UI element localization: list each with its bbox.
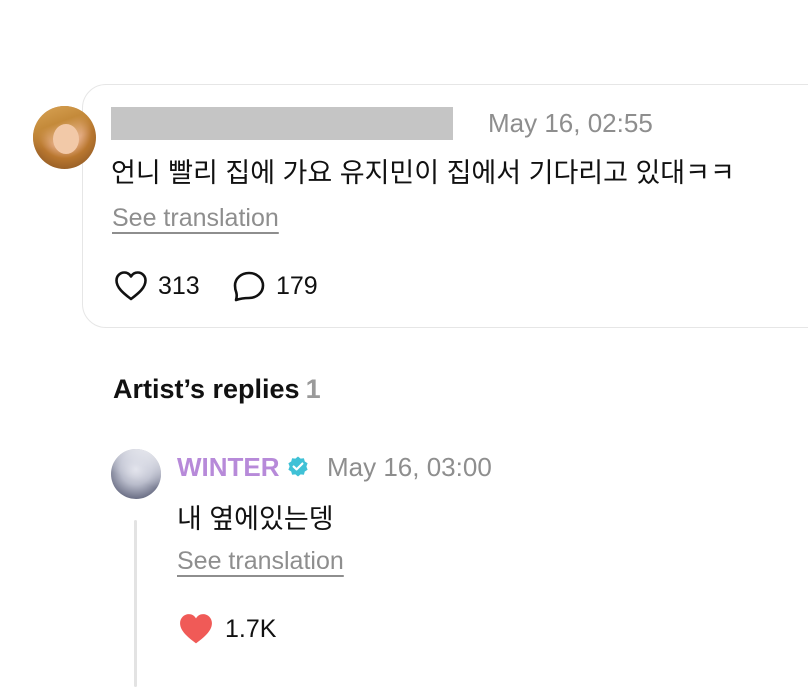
artist-replies-title: Artist’s replies [113, 374, 300, 404]
reply-see-translation-link[interactable]: See translation [177, 547, 344, 576]
reply-text: 내 옆에있는뎅 [177, 504, 334, 534]
heart-outline-icon [115, 271, 147, 301]
verified-badge-icon [288, 456, 308, 477]
post-text: 언니 빨리 집에 가요 유지민이 집에서 기다리고 있대ㅋㅋ [111, 158, 735, 188]
fan-avatar[interactable] [33, 106, 96, 169]
reply-like-count: 1.7K [225, 614, 277, 643]
post-like-button[interactable]: 313 [114, 270, 200, 302]
redacted-author-name [111, 107, 453, 140]
comment-bubble-icon [233, 271, 265, 302]
post-comment-count: 179 [276, 271, 318, 300]
artist-avatar[interactable] [111, 449, 161, 499]
post-like-count: 313 [158, 271, 200, 300]
see-translation-link[interactable]: See translation [112, 204, 279, 233]
artist-name[interactable]: WINTER [177, 452, 280, 483]
thread-line [134, 520, 137, 687]
post-comment-button[interactable]: 179 [232, 270, 318, 302]
post-timestamp: May 16, 02:55 [488, 108, 653, 138]
reply-timestamp: May 16, 03:00 [327, 452, 492, 482]
artist-replies-heading: Artist’s replies 1 [113, 374, 321, 405]
heart-filled-icon [180, 614, 212, 644]
artist-replies-count: 1 [305, 374, 321, 404]
reply-like-button[interactable]: 1.7K [177, 612, 276, 646]
